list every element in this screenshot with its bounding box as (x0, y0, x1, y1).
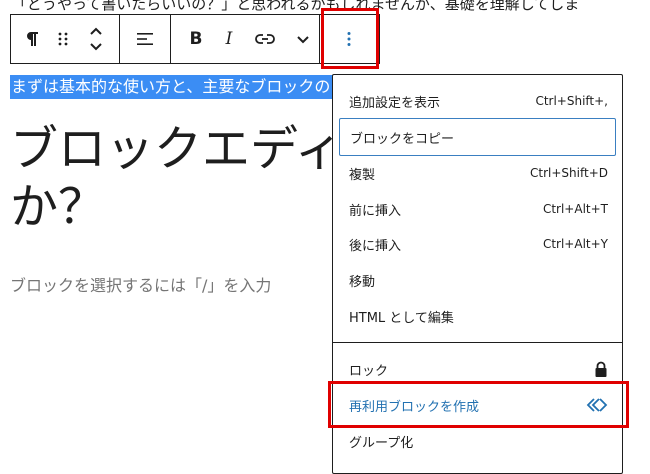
more-formats-button[interactable] (287, 15, 319, 63)
heading-line-1: ブロックエディ (10, 121, 332, 177)
lock-icon (595, 361, 607, 377)
bold-icon: B (189, 29, 203, 49)
menu-item-insert-before[interactable]: 前に挿入 Ctrl+Alt+T (339, 191, 616, 227)
menu-item-duplicate[interactable]: 複製 Ctrl+Shift+D (339, 155, 616, 191)
paragraph-icon (27, 32, 38, 46)
menu-item-edit-as-html[interactable]: HTML として編集 (339, 298, 616, 334)
drag-handle-icon (58, 32, 68, 46)
toolbar-group-block (11, 15, 120, 63)
menu-item-create-reusable-block[interactable]: 再利用ブロックを作成 (339, 387, 616, 423)
block-placeholder[interactable]: ブロックを選択するには「/」を入力 (10, 274, 271, 298)
move-up-down-icon (90, 27, 102, 51)
menu-item-copy-block[interactable]: ブロックをコピー (339, 118, 616, 156)
block-options-menu: 追加設定を表示 Ctrl+Shift+, ブロックをコピー 複製 Ctrl+Sh… (332, 74, 623, 474)
block-toolbar: B I (10, 14, 380, 64)
menu-item-group[interactable]: グループ化 (339, 423, 616, 459)
align-button[interactable] (120, 15, 170, 63)
page-heading[interactable]: ブロックエディ か？ (10, 120, 332, 236)
menu-item-lock[interactable]: ロック (339, 351, 616, 387)
menu-item-show-more-settings[interactable]: 追加設定を表示 Ctrl+Shift+, (339, 83, 616, 119)
italic-icon: I (225, 29, 233, 49)
options-button[interactable] (320, 15, 378, 63)
link-button[interactable] (243, 15, 287, 63)
selected-paragraph[interactable]: まずは基本的な使い方と、主要なブロックの (10, 75, 333, 99)
paragraph-block-button[interactable] (11, 15, 53, 63)
link-icon (255, 34, 275, 44)
toolbar-group-align (120, 15, 171, 63)
drag-handle-button[interactable] (53, 15, 73, 63)
menu-item-insert-after[interactable]: 後に挿入 Ctrl+Alt+Y (339, 226, 616, 262)
align-icon (137, 33, 153, 45)
bold-button[interactable]: B (171, 15, 215, 63)
menu-item-move[interactable]: 移動 (339, 262, 616, 298)
italic-button[interactable]: I (215, 15, 243, 63)
move-block-button[interactable] (73, 15, 119, 63)
more-options-icon (347, 32, 351, 46)
toolbar-group-options (320, 15, 378, 63)
heading-line-2: か？ (10, 179, 107, 235)
menu-divider (333, 342, 622, 343)
chevron-down-icon (297, 36, 309, 44)
toolbar-group-format: B I (171, 15, 320, 63)
reusable-block-icon (586, 398, 608, 412)
